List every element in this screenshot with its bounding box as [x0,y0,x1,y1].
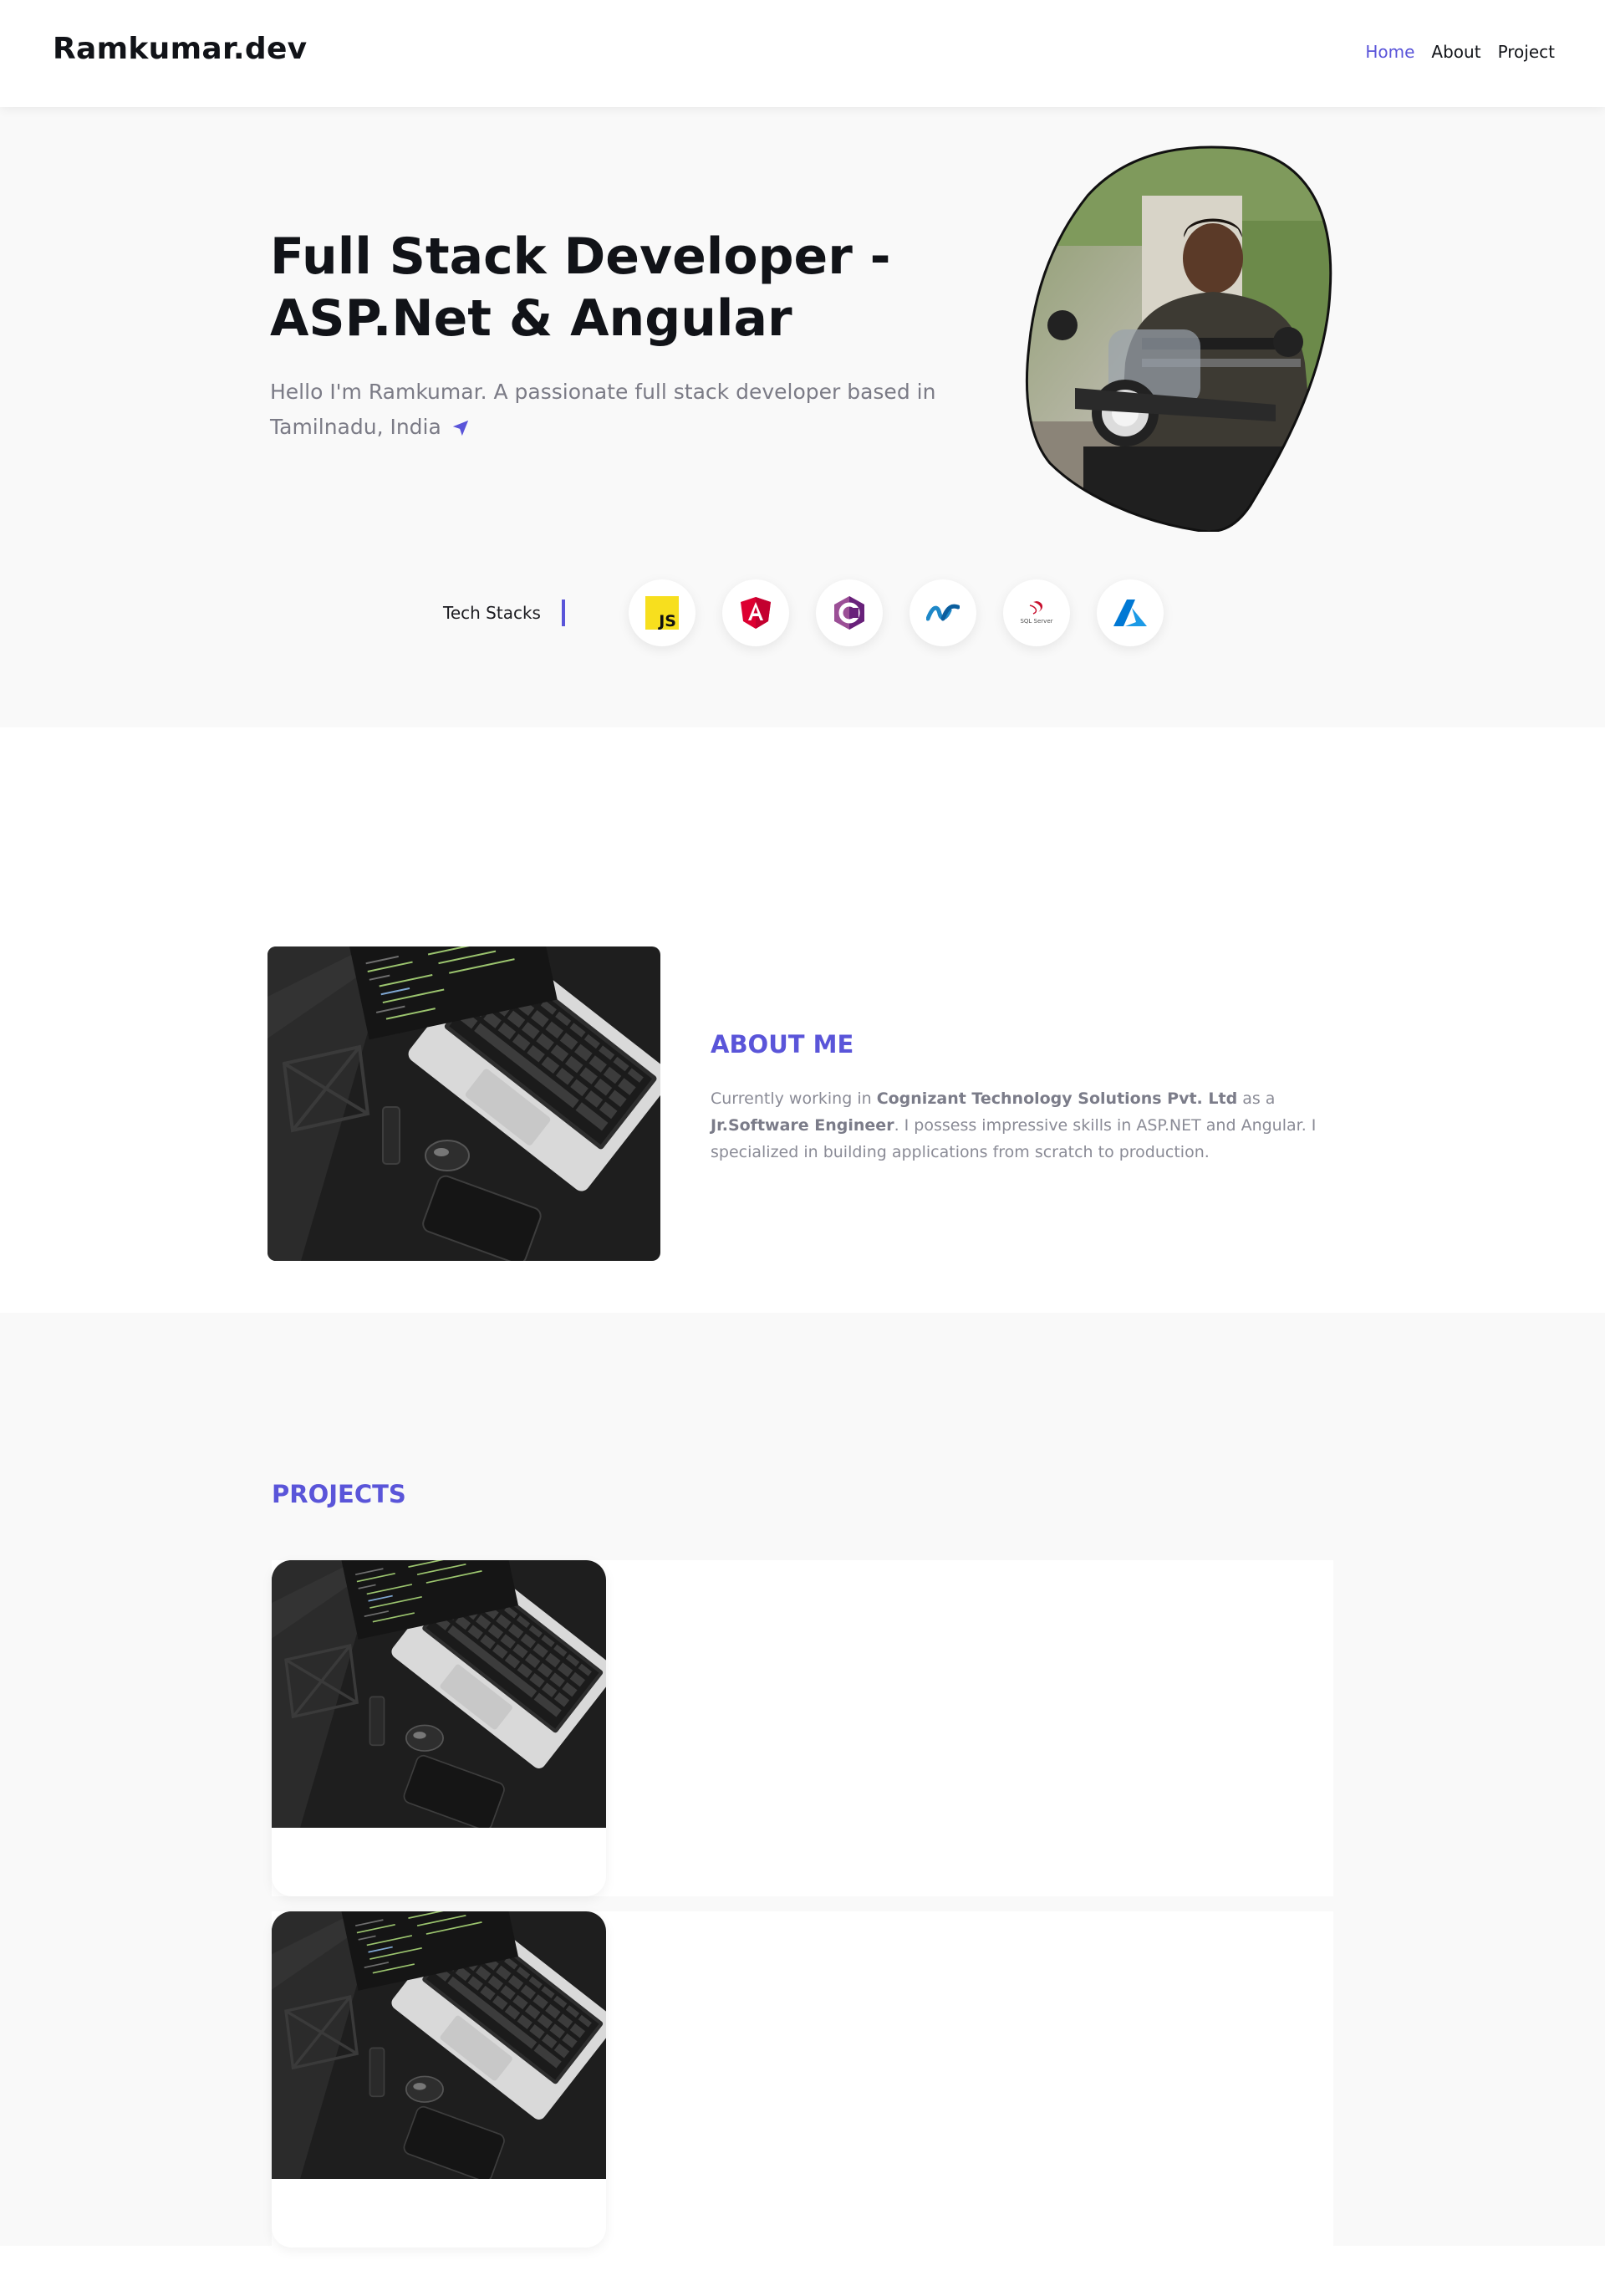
about-heading: ABOUT ME [711,1030,854,1059]
project-card[interactable] [272,1911,606,2248]
tech-stacks: Tech Stacks JS SQL Server [443,575,1164,651]
nav-link-project[interactable]: Project [1498,42,1555,62]
project-image [272,1560,606,1828]
hero-section: Full Stack Developer - ASP.Net & Angular… [0,107,1605,727]
nav-link-about[interactable]: About [1431,42,1480,62]
tech-stacks-label: Tech Stacks [443,603,541,623]
dotnet-icon [910,579,976,646]
angular-icon [722,579,789,646]
hero-title-line1: Full Stack Developer - [270,227,891,286]
about-laptop-image [268,946,660,1261]
location-arrow-icon [451,419,470,437]
top-navbar: Ramkumar.dev Home About Project [0,0,1605,107]
intro-line1: Hello I'm Ramkumar. A passionate full st… [270,380,936,404]
project-row [272,1911,1333,2248]
projects-section: PROJECTS [0,1313,1605,2248]
about-text-part1: Currently working in [711,1089,877,1108]
hero-intro: Hello I'm Ramkumar. A passionate full st… [270,375,939,445]
intro-line2: Tamilnadu, India [270,415,441,439]
hero-title: Full Stack Developer - ASP.Net & Angular [270,226,905,350]
sql-server-icon: SQL Server [1003,579,1070,646]
javascript-icon: JS [629,579,696,646]
nav-link-home[interactable]: Home [1365,42,1414,62]
hero-title-line2: ASP.Net & Angular [270,289,792,348]
about-text-part2: as a [1237,1089,1276,1108]
project-card-body [272,2179,606,2248]
sql-server-text: SQL Server [1020,618,1052,625]
project-image [272,1911,606,2179]
azure-icon [1097,579,1164,646]
csharp-icon [816,579,883,646]
profile-photo [1025,145,1336,532]
js-text: JS [657,612,676,630]
brand-logo[interactable]: Ramkumar.dev [53,32,307,66]
nav-menu: Home About Project [1365,42,1555,62]
tech-stacks-divider [562,600,565,626]
about-role: Jr.Software Engineer [711,1116,894,1135]
about-section: ABOUT ME Currently working in Cognizant … [0,727,1605,1313]
tech-icons-list: JS SQL Server [629,579,1164,646]
about-company: Cognizant Technology Solutions Pvt. Ltd [876,1089,1238,1108]
projects-heading: PROJECTS [272,1480,406,1508]
project-card-body [272,1828,606,1896]
project-row [272,1560,1333,1896]
project-card[interactable] [272,1560,606,1896]
about-text: Currently working in Cognizant Technolog… [711,1085,1346,1166]
